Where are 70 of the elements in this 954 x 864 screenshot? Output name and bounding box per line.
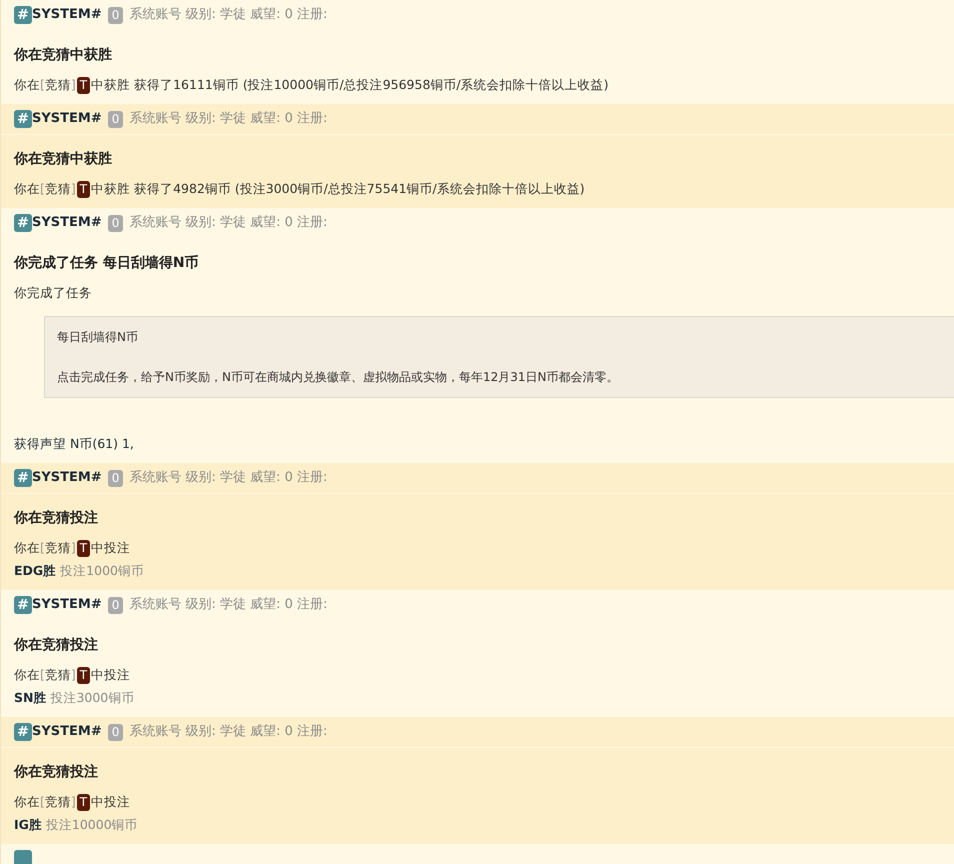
user-meta: 系统账号 级别: 学徒 威望: 0 注册:	[129, 596, 328, 614]
tag-badge: T	[76, 77, 90, 94]
username[interactable]: SYSTEM#	[32, 595, 102, 615]
post-title: 你在竞猜投注	[14, 762, 99, 782]
tag-badge: T	[76, 540, 90, 557]
category-link[interactable]: 竞猜	[44, 667, 71, 682]
post-title: 你在竞猜中获胜	[14, 46, 113, 65]
bracket: ]	[70, 540, 76, 555]
username[interactable]: SYSTEM#	[32, 213, 102, 233]
bracket: ]	[70, 181, 76, 196]
level-badge: 0	[108, 214, 124, 232]
text: 中投注	[91, 540, 130, 555]
bet-pick: SN胜	[14, 690, 46, 705]
username[interactable]: SYSTEM#	[32, 5, 102, 25]
username[interactable]: SYSTEM#	[32, 722, 102, 742]
reward-text: 获得声望 N币(61) 1,	[14, 436, 134, 451]
hash-icon: #	[14, 596, 32, 614]
bet-pick: IG胜	[14, 817, 42, 832]
hash-icon: #	[14, 110, 32, 128]
hash-icon: #	[14, 723, 32, 741]
level-badge: 0	[108, 596, 124, 614]
category-link[interactable]: 竞猜	[44, 77, 71, 92]
text: 中投注	[91, 794, 130, 809]
tag-badge: T	[76, 794, 90, 811]
text: 你在	[14, 667, 40, 682]
bet-amount: 投注1000铜币	[60, 563, 144, 578]
post-title: 你完成了任务 每日刮墙得N币	[14, 254, 200, 273]
category-link[interactable]: 竞猜	[44, 540, 71, 555]
text: 中投注	[91, 667, 130, 682]
category-link[interactable]: 竞猜	[44, 181, 71, 196]
post-title: 你在竞猜投注	[14, 636, 99, 655]
level-badge: 0	[108, 724, 124, 740]
user-meta: 系统账号 级别: 学徒 威望: 0 注册:	[129, 214, 328, 232]
post-title: 你在竞猜中获胜	[14, 150, 113, 169]
tag-badge: T	[76, 181, 90, 198]
bracket: [	[40, 667, 45, 682]
user-meta: 系统账号 级别: 学徒 威望: 0 注册:	[129, 110, 328, 128]
level-badge: 0	[108, 470, 124, 486]
category-link[interactable]: 竞猜	[44, 794, 71, 809]
text: 你在	[14, 77, 40, 92]
hash-icon: #	[14, 469, 32, 487]
text: 中获胜 获得了16111铜币 (投注10000铜币/总投注956958铜币/系统会扣除十倍以上收益)	[91, 77, 608, 92]
quote-text: 点击完成任务，给予N币奖励，N币可在商城内兑换徽章、虚拟物品或实物，每年12月31日N币都会清零。	[57, 369, 620, 386]
username[interactable]: SYSTEM#	[32, 468, 102, 488]
bracket: [	[40, 794, 45, 809]
text: 你在	[14, 540, 40, 555]
text: 你在	[14, 181, 40, 196]
level-badge: 0	[108, 110, 124, 128]
bracket: ]	[70, 794, 76, 809]
bet-pick: EDG胜	[14, 563, 56, 578]
bracket: ]	[70, 667, 76, 682]
bet-amount: 投注3000铜币	[50, 690, 134, 705]
text: 你在	[14, 794, 40, 809]
text: 你完成了任务	[14, 285, 92, 300]
level-badge: 0	[108, 6, 124, 24]
user-meta: 系统账号 级别: 学徒 威望: 0 注册:	[129, 6, 328, 24]
bracket: [	[40, 77, 45, 92]
bracket: [	[40, 540, 45, 555]
hash-icon: #	[14, 6, 32, 24]
bet-amount: 投注10000铜币	[46, 817, 138, 832]
user-meta: 系统账号 级别: 学徒 威望: 0 注册:	[129, 723, 328, 742]
text: 中获胜 获得了4982铜币 (投注3000铜币/总投注75541铜币/系统会扣除十倍以上收益)	[91, 181, 585, 196]
hash-icon: #	[14, 214, 32, 232]
username[interactable]: SYSTEM#	[32, 109, 102, 129]
post-title: 你在竞猜投注	[14, 508, 99, 528]
bracket: ]	[70, 77, 76, 92]
quote-text: 每日刮墙得N币	[57, 329, 139, 346]
bracket: [	[40, 181, 45, 196]
tag-badge: T	[76, 667, 90, 684]
user-meta: 系统账号 级别: 学徒 威望: 0 注册:	[129, 469, 328, 488]
